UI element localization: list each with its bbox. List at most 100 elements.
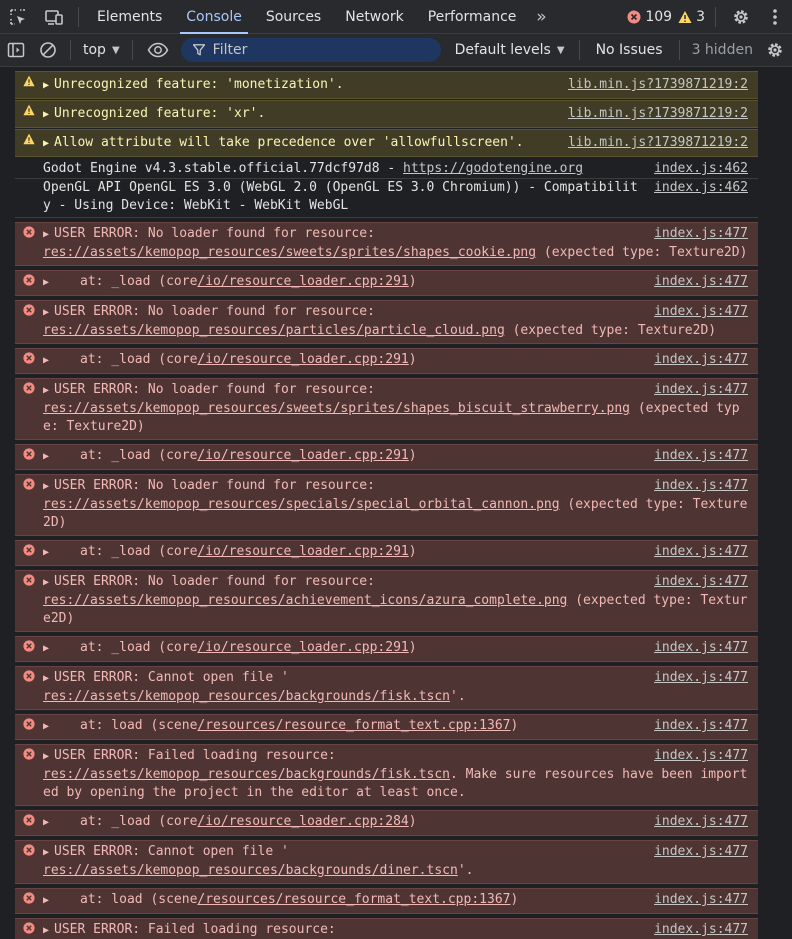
expand-triangle-icon[interactable]: ▶: [43, 574, 51, 592]
expand-triangle-icon[interactable]: ▶: [43, 478, 51, 496]
inspect-element-icon[interactable]: [0, 0, 36, 34]
source-link[interactable]: lib.min.js?1739871219:2: [568, 105, 748, 123]
clear-console-icon[interactable]: [32, 34, 64, 66]
expand-triangle-icon[interactable]: ▶: [43, 748, 51, 766]
tab-network[interactable]: Network: [333, 0, 415, 34]
stack-frame-link[interactable]: /io/resource_loader.cpp:291: [197, 640, 408, 655]
console-error-message[interactable]: index.js:477 ▶ USER ERROR: No loader found…: [15, 378, 758, 440]
stack-frame-link[interactable]: /io/resource_loader.cpp:291: [197, 544, 408, 559]
source-link[interactable]: lib.min.js?1739871219:2: [568, 134, 748, 152]
warning-counter[interactable]: 3: [678, 9, 705, 25]
source-link[interactable]: index.js:477: [654, 447, 748, 465]
console-error-stack-frame[interactable]: index.js:477 ▶ at: _load (core/io/resource…: [15, 810, 758, 836]
source-link[interactable]: index.js:477: [654, 921, 748, 939]
stack-frame-link[interactable]: /io/resource_loader.cpp:291: [197, 352, 408, 367]
console-error-message[interactable]: index.js:477 ▶ USER ERROR: No loader found…: [15, 570, 758, 632]
source-link[interactable]: index.js:477: [654, 573, 748, 591]
expand-triangle-icon[interactable]: ▶: [43, 274, 51, 292]
stack-frame-link[interactable]: /io/resource_loader.cpp:291: [197, 274, 408, 289]
resource-path-link[interactable]: res://assets/kemopop_resources/backgroun…: [43, 767, 450, 782]
expand-triangle-icon[interactable]: ▶: [43, 448, 51, 466]
console-log-message[interactable]: index.js:462 OpenGL API OpenGL ES 3.0 (We…: [15, 179, 758, 218]
tab-sources[interactable]: Sources: [254, 0, 333, 34]
source-link[interactable]: index.js:477: [654, 303, 748, 321]
resource-path-link[interactable]: res://assets/kemopop_resources/specials/…: [43, 497, 560, 512]
tab-console[interactable]: Console: [174, 0, 254, 34]
issues-button[interactable]: No Issues: [586, 42, 673, 58]
expand-triangle-icon[interactable]: ▶: [43, 304, 51, 322]
console-error-stack-frame[interactable]: index.js:477 ▶ at: load (scene/resources/r…: [15, 888, 758, 914]
more-options-vertical-dots-icon[interactable]: [758, 0, 792, 34]
filter-box[interactable]: [180, 38, 441, 62]
console-error-message[interactable]: index.js:477 ▶ USER ERROR: Failed loading …: [15, 918, 758, 939]
console-error-stack-frame[interactable]: index.js:477 ▶ at: load (scene/resources/r…: [15, 714, 758, 740]
source-link[interactable]: index.js:462: [654, 179, 748, 197]
log-levels-dropdown[interactable]: Default levels ▼: [455, 42, 573, 58]
show-sidebar-icon[interactable]: [0, 34, 32, 66]
console-error-stack-frame[interactable]: index.js:477 ▶ at: _load (core/io/resource…: [15, 444, 758, 470]
device-toolbar-icon[interactable]: [36, 0, 72, 34]
console-warning-message[interactable]: lib.min.js?1739871219:2 ▶ Allow attribute …: [15, 129, 758, 157]
console-settings-gear-icon[interactable]: [759, 34, 791, 66]
console-error-message[interactable]: index.js:477 ▶ USER ERROR: No loader found…: [15, 222, 758, 266]
console-error-stack-frame[interactable]: index.js:477 ▶ at: _load (core/io/resource…: [15, 636, 758, 662]
stack-frame-link[interactable]: /io/resource_loader.cpp:284: [197, 814, 408, 829]
expand-triangle-icon[interactable]: ▶: [43, 382, 51, 400]
source-link[interactable]: index.js:477: [654, 543, 748, 561]
expand-triangle-icon[interactable]: ▶: [43, 106, 51, 124]
tab-elements[interactable]: Elements: [85, 0, 174, 34]
console-error-message[interactable]: index.js:477 ▶ USER ERROR: No loader found…: [15, 474, 758, 536]
source-link[interactable]: index.js:477: [654, 747, 748, 765]
expand-triangle-icon[interactable]: ▶: [43, 844, 51, 862]
stack-frame-link[interactable]: /io/resource_loader.cpp:291: [197, 448, 408, 463]
source-link[interactable]: index.js:462: [654, 160, 748, 178]
source-link[interactable]: index.js:477: [654, 891, 748, 909]
console-warning-message[interactable]: lib.min.js?1739871219:2 ▶ Unrecognized fea…: [15, 100, 758, 128]
settings-gear-icon[interactable]: [724, 0, 758, 34]
expand-triangle-icon[interactable]: ▶: [43, 814, 51, 832]
source-link[interactable]: index.js:477: [654, 351, 748, 369]
source-link[interactable]: index.js:477: [654, 381, 748, 399]
resource-path-link[interactable]: res://assets/kemopop_resources/sweets/sp…: [43, 401, 630, 416]
source-link[interactable]: index.js:477: [654, 225, 748, 243]
console-error-stack-frame[interactable]: index.js:477 ▶ at: _load (core/io/resource…: [15, 540, 758, 566]
source-link[interactable]: lib.min.js?1739871219:2: [568, 76, 748, 94]
source-link[interactable]: index.js:477: [654, 717, 748, 735]
source-link[interactable]: index.js:477: [654, 477, 748, 495]
filter-input[interactable]: [212, 42, 413, 58]
expand-triangle-icon[interactable]: ▶: [43, 718, 51, 736]
console-error-message[interactable]: index.js:477 ▶ USER ERROR: Cannot open fil…: [15, 840, 758, 884]
console-error-message[interactable]: index.js:477 ▶ USER ERROR: Failed loading …: [15, 744, 758, 806]
console-error-message[interactable]: index.js:477 ▶ USER ERROR: No loader found…: [15, 300, 758, 344]
source-link[interactable]: index.js:477: [654, 813, 748, 831]
console-error-stack-frame[interactable]: index.js:477 ▶ at: _load (core/io/resource…: [15, 270, 758, 296]
expand-triangle-icon[interactable]: ▶: [43, 892, 51, 910]
expand-triangle-icon[interactable]: ▶: [43, 922, 51, 939]
resource-path-link[interactable]: res://assets/kemopop_resources/achieveme…: [43, 593, 567, 608]
expand-triangle-icon[interactable]: ▶: [43, 77, 51, 95]
console-log-message[interactable]: index.js:462 Godot Engine v4.3.stable.off…: [15, 158, 758, 179]
resource-path-link[interactable]: res://assets/kemopop_resources/particles…: [43, 323, 505, 338]
expand-triangle-icon[interactable]: ▶: [43, 352, 51, 370]
resource-path-link[interactable]: res://assets/kemopop_resources/sweets/sp…: [43, 245, 536, 260]
source-link[interactable]: index.js:477: [654, 843, 748, 861]
source-link[interactable]: index.js:477: [654, 639, 748, 657]
tab-performance[interactable]: Performance: [416, 0, 529, 34]
console-warning-message[interactable]: lib.min.js?1739871219:2 ▶ Unrecognized fea…: [15, 71, 758, 99]
resource-path-link[interactable]: res://assets/kemopop_resources/backgroun…: [43, 863, 458, 878]
resource-path-link[interactable]: res://assets/kemopop_resources/backgroun…: [43, 689, 450, 704]
source-link[interactable]: index.js:477: [654, 273, 748, 291]
stack-frame-link[interactable]: /resources/resource_format_text.cpp:1367: [197, 718, 510, 733]
more-tabs-chevron-icon[interactable]: »: [528, 7, 554, 27]
live-expression-eye-icon[interactable]: [139, 34, 177, 66]
source-link[interactable]: index.js:477: [654, 669, 748, 687]
console-error-stack-frame[interactable]: index.js:477 ▶ at: _load (core/io/resource…: [15, 348, 758, 374]
expand-triangle-icon[interactable]: ▶: [43, 544, 51, 562]
message-link[interactable]: https://godotengine.org: [403, 161, 583, 176]
console-error-message[interactable]: index.js:477 ▶ USER ERROR: Cannot open fil…: [15, 666, 758, 710]
error-counter[interactable]: 109: [627, 9, 672, 25]
expand-triangle-icon[interactable]: ▶: [43, 226, 51, 244]
expand-triangle-icon[interactable]: ▶: [43, 670, 51, 688]
context-selector[interactable]: top ▼: [77, 42, 126, 58]
stack-frame-link[interactable]: /resources/resource_format_text.cpp:1367: [197, 892, 510, 907]
